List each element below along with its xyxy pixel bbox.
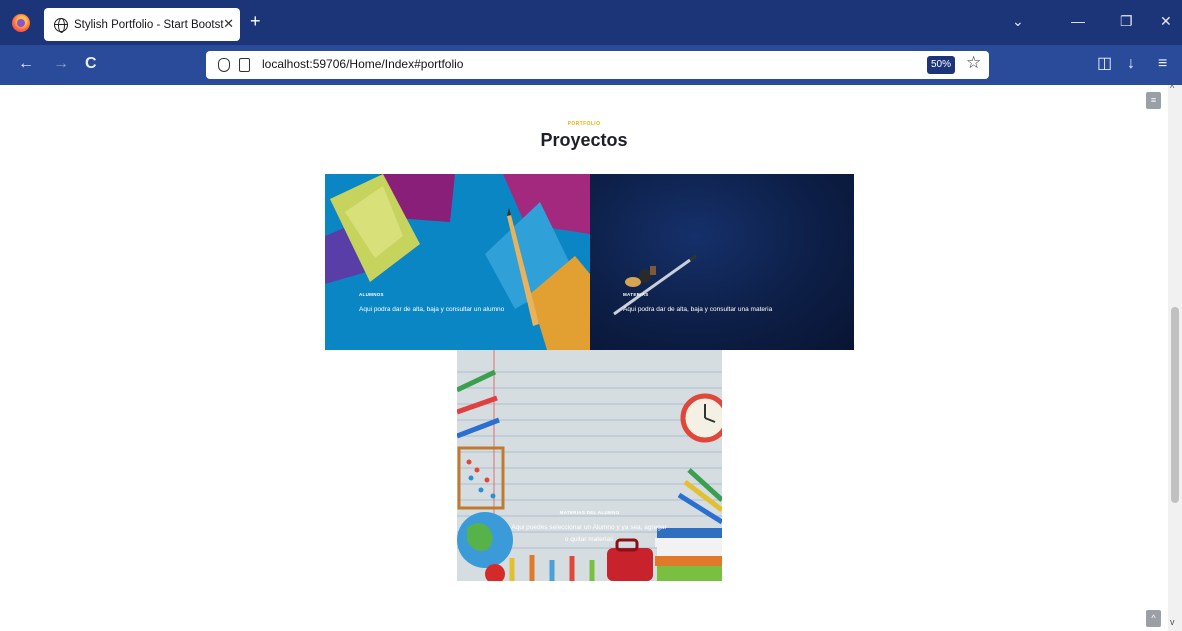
restore-icon[interactable]: ❐ (1120, 12, 1133, 30)
card-description: Aqui podra dar de alta, baja y consultar… (359, 306, 505, 313)
tab-close-icon[interactable]: ✕ (223, 16, 234, 32)
tracking-protection-shield-icon[interactable] (218, 58, 230, 72)
portfolio-card-alumnos[interactable]: ALUMNOS Aqui podra dar de alta, baja y c… (325, 174, 590, 350)
portfolio-card-materias[interactable]: MATERIAS Aqui podra dar de alta, baja y … (590, 174, 854, 350)
card-caption: MATERIAS DEL ALUMNO Aqui puedes seleccio… (457, 510, 722, 546)
card-description: Aqui puedes seleccionar un Alumno y ya s… (511, 524, 667, 543)
section-heading: Proyectos (540, 130, 628, 150)
tab-title: Stylish Portfolio - Start Bootstra (74, 18, 224, 31)
zoom-level-badge[interactable]: 50% (927, 56, 955, 74)
scrollbar-thumb[interactable] (1171, 307, 1179, 503)
card-title: MATERIAS DEL ALUMNO (559, 510, 620, 515)
minimize-icon[interactable]: — (1071, 12, 1085, 30)
card-title: MATERIAS (623, 292, 649, 297)
card-title: ALUMNOS (359, 292, 384, 297)
card-description: Aqui podra dar de alta, baja y consultar… (623, 306, 773, 313)
browser-tab[interactable]: Stylish Portfolio - Start Bootstra ✕ (44, 8, 240, 41)
envelopes-pencil-image (325, 174, 590, 350)
bookmark-star-icon[interactable]: ☆ (966, 53, 981, 73)
section-subheading: PORTFOLIO (567, 121, 601, 127)
url-text[interactable]: localhost:59706/Home/Index#portfolio (262, 57, 463, 71)
downloads-icon[interactable]: ↓ (1127, 55, 1135, 73)
menu-toggle-button[interactable]: ≡ (1146, 92, 1161, 109)
navigation-toolbar: ← → C localhost:59706/Home/Index#portfol… (0, 45, 1182, 85)
new-tab-button[interactable]: + (250, 11, 261, 31)
firefox-logo-icon (12, 14, 30, 32)
globe-icon (54, 17, 68, 33)
reload-icon[interactable]: C (85, 55, 97, 73)
close-window-icon[interactable]: ✕ (1160, 12, 1172, 30)
page-info-icon[interactable] (239, 58, 250, 72)
pencil-sharpener-image (613, 254, 697, 316)
portfolio-card-materias-del-alumno[interactable]: MATERIAS DEL ALUMNO Aqui puedes seleccio… (457, 350, 722, 581)
url-bar[interactable]: localhost:59706/Home/Index#portfolio 50%… (206, 51, 989, 79)
back-arrow-icon[interactable]: ← (18, 55, 34, 73)
pocket-icon[interactable]: ◫ (1097, 55, 1112, 73)
page-viewport: ≡ PORTFOLIO Proyectos ALUMNOS Aqui podra… (0, 83, 1182, 631)
scroll-to-top-button[interactable]: ^ (1146, 610, 1161, 627)
school-supplies-image (457, 350, 722, 581)
scroll-up-arrow-icon[interactable]: ^ (1170, 83, 1174, 93)
card-caption: ALUMNOS Aqui podra dar de alta, baja y c… (359, 292, 504, 316)
forward-arrow-icon[interactable]: → (53, 55, 69, 73)
card-caption: MATERIAS Aqui podra dar de alta, baja y … (623, 292, 772, 316)
app-menu-icon[interactable]: ≡ (1158, 55, 1167, 73)
list-all-tabs-icon[interactable]: ⌄ (1012, 12, 1024, 30)
tab-bar: Stylish Portfolio - Start Bootstra ✕ + ⌄… (0, 0, 1182, 45)
scroll-down-arrow-icon[interactable]: v (1170, 617, 1175, 627)
